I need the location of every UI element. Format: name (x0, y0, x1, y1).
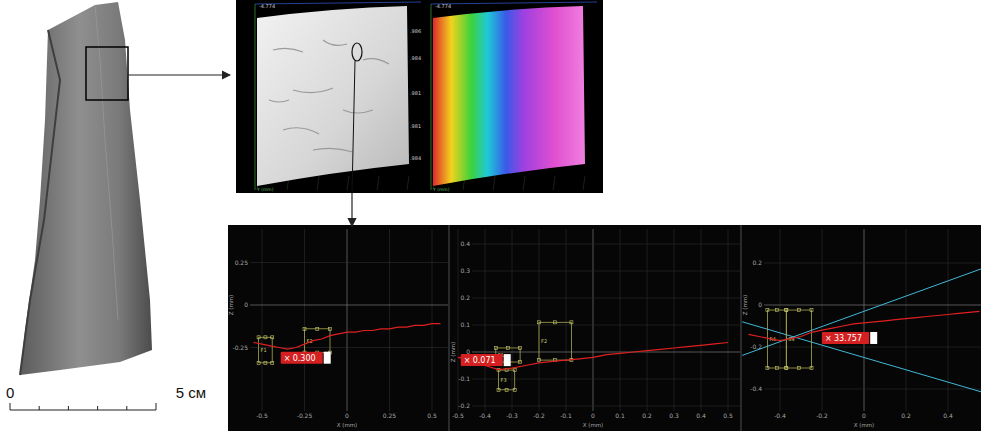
x-tick: 0.1 (615, 412, 625, 419)
x-tick: -0.5 (452, 412, 464, 419)
x-tick: -0.4 (774, 412, 786, 419)
sample-ellipse (352, 43, 362, 61)
x-tick: -0.2 (816, 412, 828, 419)
measure-badge: ×0.071 (461, 354, 511, 366)
profile-arrow (351, 193, 352, 226)
x-tick: 0 (345, 412, 349, 419)
photo-column: 0 5 см (0, 0, 228, 431)
detail-frame (86, 47, 128, 100)
measure-box[interactable]: F1 (257, 336, 274, 365)
artifact-photo (0, 0, 228, 380)
measure-box[interactable]: F2 (538, 321, 573, 362)
x-tick: 0.4 (696, 412, 706, 419)
x-tick: -0.5 (256, 412, 268, 419)
x-tick: 0.25 (383, 412, 397, 419)
scale: 0 5 см (0, 380, 228, 414)
z-tick: 0.25 (235, 259, 249, 266)
callout-arrow (128, 74, 230, 75)
profile-chart: -0.4-0.200.20.40.20-0.2-0.4X (mm)Z (mm)R… (742, 225, 981, 431)
x-tick: -0.25 (297, 412, 313, 419)
badge-close-icon[interactable]: × (464, 356, 471, 365)
photo-frame (0, 0, 228, 380)
corner-label: -4.774 (435, 3, 451, 9)
x-tick: -0.2 (533, 412, 545, 419)
x-axis-title: X (mm) (337, 422, 358, 428)
view-tick: .984 (410, 55, 421, 61)
x-tick: 0.2 (642, 412, 652, 419)
measure-badge: ×0.300 (281, 352, 331, 364)
z-axis-title: Z (mm) (742, 295, 748, 316)
scale-start: 0 (6, 384, 14, 402)
badge-value: 33.757 (834, 334, 862, 343)
measure-badge: ×33.757 (822, 332, 877, 344)
x-tick: -0.4 (479, 412, 491, 419)
measure-box[interactable]: F3 (497, 369, 516, 392)
x-tick: 0.2 (901, 412, 911, 419)
badge-value: 0.300 (293, 354, 316, 363)
axis-label: Y (mm) (432, 187, 450, 192)
z-tick: 0 (244, 301, 248, 308)
angle-guide[interactable] (742, 267, 981, 355)
badge-value: 0.071 (473, 356, 496, 365)
z-tick: 0.4 (460, 240, 470, 247)
profile-line (458, 343, 728, 370)
profile-line (254, 324, 441, 350)
relief-view: -4.774 .986 .984 .981 .981 .984 Y (mm) (253, 0, 423, 193)
z-tick: 0 (758, 301, 762, 308)
z-axis-title: Z (mm) (228, 295, 234, 316)
z-axis-title: Z (mm) (450, 342, 456, 363)
view-tick: .981 (410, 90, 421, 96)
x-tick: 0.5 (427, 412, 437, 419)
profile-panel: -0.5 -0.25 0 0.25 0.5 0.25 0 -0.25 X (mm) Z (mm) F… (228, 225, 981, 431)
z-tick: 0.3 (460, 267, 470, 274)
z-tick: -0.4 (750, 385, 762, 392)
profile-plot: -0.5 -0.25 0 0.25 0.5 0.25 0 -0.25 X (mm) Z (mm) F… (228, 225, 448, 431)
profile-chart: -0.5 -0.25 0 0.25 0.5 0.25 0 -0.25 X (mm) Z (mm) F… (228, 225, 448, 431)
profile-plot: -0.5 -0.4 -0.3 -0.2 -0.1 0 0.1 0.2 0.3 0.4 0.5 0.4 0… (450, 225, 740, 431)
angle-guide[interactable] (742, 322, 981, 393)
x-tick: 0.3 (669, 412, 679, 419)
axis-label: Y (mm) (256, 187, 274, 192)
measure-label: F1 (261, 347, 267, 353)
view-tick: .981 (410, 123, 421, 129)
x-tick: 0 (591, 412, 595, 419)
z-tick: -0.2 (458, 402, 470, 409)
analysis-column: -4.774 .986 .984 .981 .981 .984 Y (mm) -4.774 Y … (228, 0, 981, 431)
z-tick: 0.1 (460, 321, 470, 328)
measure-label: F2 (541, 338, 547, 344)
height-map-view: -4.774 Y (mm) (429, 0, 599, 193)
badge-close-icon[interactable]: × (284, 354, 291, 363)
z-tick: 0.2 (460, 294, 470, 301)
measure-box[interactable]: F2 (303, 327, 332, 354)
z-tick: 0 (466, 348, 470, 355)
corner-label: -4.774 (259, 3, 275, 9)
view-tick: .986 (410, 28, 421, 34)
x-tick: -0.3 (506, 412, 518, 419)
scan-panel: -4.774 .986 .984 .981 .981 .984 Y (mm) -4.774 Y … (236, 0, 603, 193)
x-axis-title: X (mm) (583, 422, 604, 428)
z-tick: -0.1 (458, 375, 470, 382)
figure: 05 см-4.774.986.984.981.981.984Y (mm)-4.… (0, 0, 981, 431)
scale-end: 5 см (176, 384, 206, 402)
view-tick: .984 (410, 155, 421, 161)
profile-plot: -0.4-0.200.20.40.20-0.2-0.4X (mm)Z (mm)R… (742, 225, 981, 431)
x-axis-title: X (mm) (854, 422, 875, 428)
x-tick: 0 (862, 412, 866, 419)
z-tick: -0.25 (232, 344, 248, 351)
x-tick: 0.5 (723, 412, 733, 419)
profile-chart: -0.5 -0.4 -0.3 -0.2 -0.1 0 0.1 0.2 0.3 0.4 0.5 0.4 0… (450, 225, 740, 431)
badge-close-icon[interactable]: × (825, 334, 832, 343)
x-tick: -0.1 (560, 412, 572, 419)
z-tick: 0.2 (752, 259, 762, 266)
callout-overlay (0, 0, 981, 431)
scale-labels: 0 5 см (6, 384, 206, 402)
x-tick: 0.4 (943, 412, 953, 419)
scale-bar (6, 402, 166, 414)
measure-label: F3 (501, 377, 507, 383)
